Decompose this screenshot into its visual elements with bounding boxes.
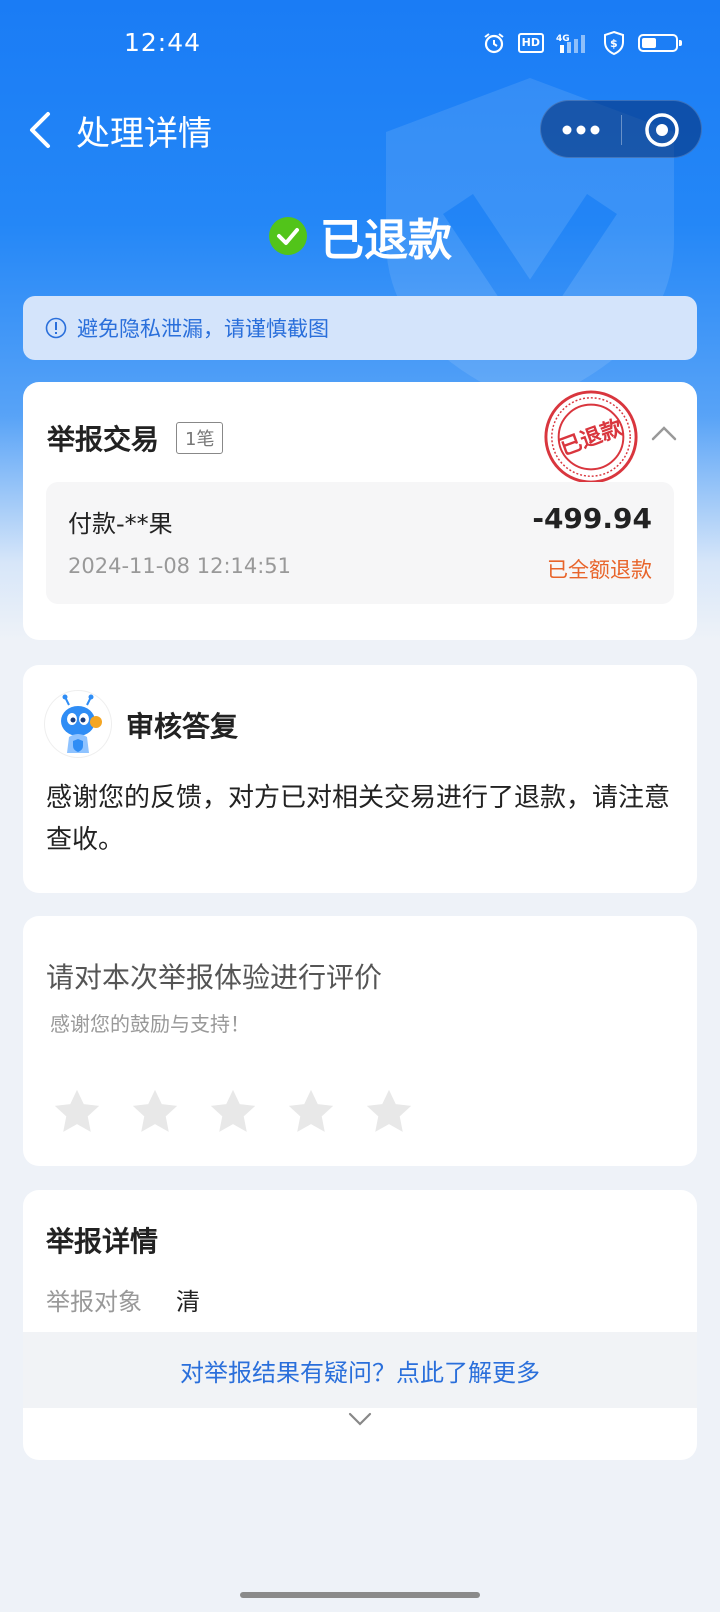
transaction-datetime: 2024-11-08 12:14:51 xyxy=(68,554,292,578)
rating-title: 请对本次举报体验进行评价 xyxy=(46,961,383,994)
notice-text: 避免隐私泄漏，请谨慎截图 xyxy=(77,317,329,341)
signal-4g-icon: 4G xyxy=(556,32,590,54)
review-reply-body: 感谢您的反馈，对方已对相关交易进行了退款，请注意查收。 xyxy=(46,783,671,855)
transaction-status: 已全额退款 xyxy=(547,558,652,582)
more-dots-icon xyxy=(562,125,600,135)
status-text: 已退款 xyxy=(320,215,452,266)
chevron-up-icon xyxy=(651,426,677,441)
assistant-avatar xyxy=(45,691,111,757)
review-reply-title: 审核答复 xyxy=(126,710,239,743)
star-icon[interactable] xyxy=(361,1084,417,1140)
more-button[interactable] xyxy=(541,101,621,159)
transaction-amount: -499.94 xyxy=(532,502,652,535)
ant-mascot-icon xyxy=(61,694,102,753)
chevron-left-icon xyxy=(30,112,50,148)
target-circle-icon xyxy=(645,113,679,147)
transaction-count-badge: 1笔 xyxy=(176,422,224,454)
hd-icon: HD xyxy=(517,33,544,53)
status-time: 12:44 xyxy=(124,28,202,57)
transaction-item[interactable]: 付款-**果 -499.94 2024-11-08 12:14:51 已全额退款 xyxy=(46,482,674,604)
report-target-value: 清 xyxy=(176,1288,200,1316)
report-transaction-title: 举报交易 xyxy=(47,423,160,456)
alarm-icon xyxy=(482,31,506,55)
report-details-title: 举报详情 xyxy=(46,1225,159,1258)
learn-more-link[interactable]: 对举报结果有疑问？点此了解更多 xyxy=(180,1353,540,1388)
rating-subtitle: 感谢您的鼓励与支持！ xyxy=(50,1012,250,1036)
status-icons: HD 4G $ xyxy=(482,30,682,56)
shield-dollar-icon: $ xyxy=(602,30,626,56)
star-icon[interactable] xyxy=(127,1084,183,1140)
review-reply-card: 审核答复 感谢您的反馈，对方已对相关交易进行了退款，请注意查收。 xyxy=(23,665,697,893)
transaction-name: 付款-**果 xyxy=(68,510,173,538)
report-transaction-card: 举报交易 1笔 已退款 付款-**果 -499.94 2024-11-08 12… xyxy=(23,382,697,640)
star-icon[interactable] xyxy=(283,1084,339,1140)
question-banner: 对举报结果有疑问？点此了解更多 xyxy=(23,1332,697,1408)
refund-stamp: 已退款 xyxy=(544,390,638,484)
result-status: 已退款 xyxy=(0,204,720,268)
battery-fill xyxy=(642,38,656,48)
star-icon[interactable] xyxy=(205,1084,261,1140)
report-details-card: 举报详情 举报对象 清 对举报结果有疑问？点此了解更多 xyxy=(23,1190,697,1460)
check-circle-icon xyxy=(269,217,307,255)
star-icon[interactable] xyxy=(49,1084,105,1140)
home-indicator[interactable] xyxy=(240,1592,480,1598)
back-button[interactable] xyxy=(24,108,60,152)
mini-program-capsule xyxy=(540,100,702,158)
star-rating xyxy=(49,1084,417,1140)
expand-button[interactable] xyxy=(345,1408,375,1430)
rating-card: 请对本次举报体验进行评价 感谢您的鼓励与支持！ xyxy=(23,916,697,1166)
info-icon xyxy=(45,317,67,339)
chevron-down-icon xyxy=(348,1412,372,1426)
report-target-label: 举报对象 xyxy=(46,1288,142,1316)
svg-text:$: $ xyxy=(610,37,618,50)
page-title: 处理详情 xyxy=(76,114,212,154)
status-bar: 12:44 HD 4G $ xyxy=(0,0,720,90)
privacy-notice: 避免隐私泄漏，请谨慎截图 xyxy=(23,296,697,360)
collapse-button[interactable] xyxy=(647,418,681,448)
battery-icon xyxy=(638,34,682,52)
stamp-text: 已退款 xyxy=(556,414,626,461)
close-button[interactable] xyxy=(622,101,702,159)
